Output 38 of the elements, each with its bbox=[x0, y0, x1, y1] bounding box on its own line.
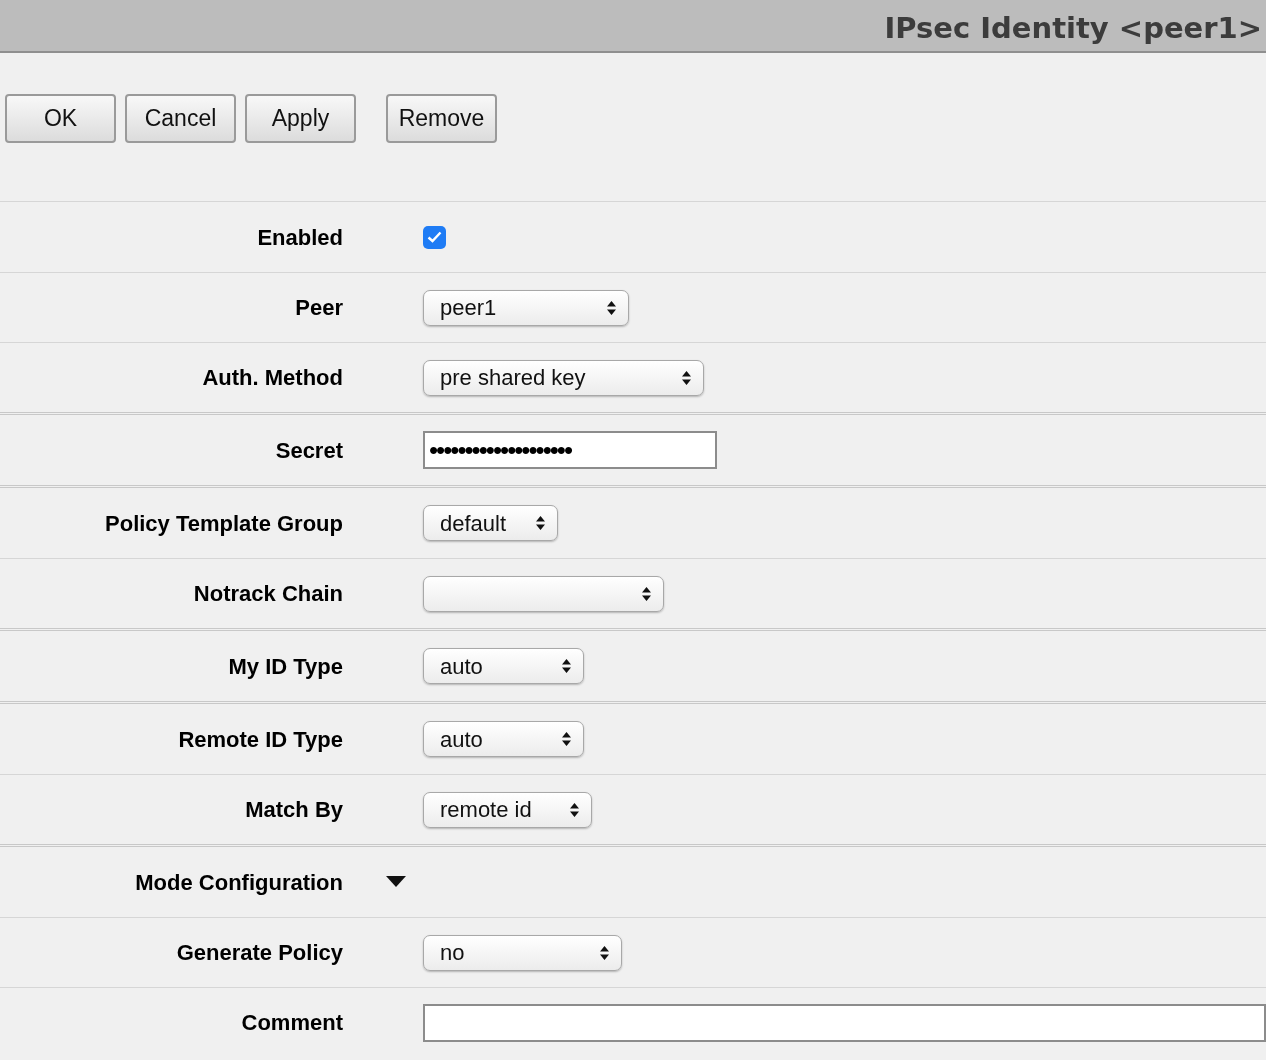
dialog-button[interactable]: Cancel bbox=[125, 94, 236, 143]
up-down-arrows-icon bbox=[562, 659, 571, 673]
comment-field[interactable] bbox=[423, 1003, 1266, 1042]
dropdown[interactable]: auto bbox=[423, 648, 584, 684]
dropdown[interactable]: no bbox=[423, 934, 622, 971]
up-down-arrows-icon bbox=[562, 732, 571, 746]
up-down-arrows-icon bbox=[682, 370, 691, 385]
up-down-arrows-icon bbox=[642, 586, 651, 601]
triangle-icon[interactable] bbox=[386, 876, 406, 888]
field-label: Remote ID Type bbox=[177, 725, 344, 754]
field-label: Policy Template Group bbox=[104, 509, 344, 538]
up-down-arrows-icon bbox=[570, 802, 579, 817]
field-label: Enabled bbox=[256, 223, 344, 252]
password-field[interactable]: •••••••••••••••••••• bbox=[423, 431, 717, 469]
dropdown[interactable]: peer1 bbox=[423, 289, 629, 326]
dropdown[interactable]: auto bbox=[423, 721, 584, 757]
dropdown[interactable]: pre shared key bbox=[423, 359, 704, 396]
field-label: Notrack Chain bbox=[192, 580, 344, 608]
up-down-arrows-icon bbox=[536, 516, 545, 530]
field-label: Secret bbox=[274, 436, 344, 465]
dialog-button[interactable]: Remove bbox=[386, 94, 497, 143]
field-label: Comment bbox=[240, 1009, 344, 1037]
dialog-button[interactable]: OK bbox=[5, 94, 116, 143]
window-title: IPsec Identity <peer1> bbox=[884, 9, 1262, 47]
field-label: Match By bbox=[244, 796, 344, 824]
field-label: Peer bbox=[294, 294, 344, 322]
field-label: Generate Policy bbox=[175, 939, 344, 967]
dropdown[interactable] bbox=[423, 575, 664, 612]
checkbox[interactable] bbox=[423, 225, 446, 249]
field-label: My ID Type bbox=[227, 652, 344, 681]
dialog-button[interactable]: Apply bbox=[245, 94, 356, 143]
field-label: Auth. Method bbox=[201, 364, 344, 392]
up-down-arrows-icon bbox=[600, 945, 609, 960]
up-down-arrows-icon bbox=[607, 300, 616, 315]
dropdown[interactable]: remote id bbox=[423, 791, 592, 828]
checkmark-icon bbox=[427, 231, 442, 243]
dropdown[interactable]: default bbox=[423, 505, 558, 541]
field-label: Mode Configuration bbox=[134, 868, 344, 897]
